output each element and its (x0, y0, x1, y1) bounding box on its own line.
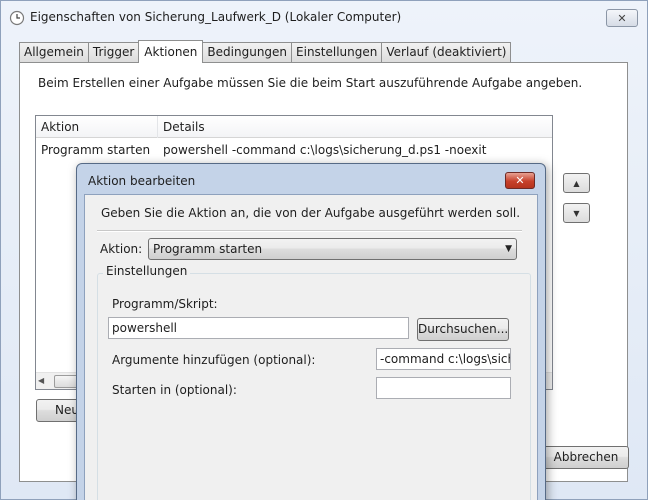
tab-verlauf[interactable]: Verlauf (deaktiviert) (381, 42, 512, 63)
tab-einstellungen[interactable]: Einstellungen (291, 42, 383, 63)
move-down-button[interactable]: ▼ (563, 203, 590, 223)
dialog-body: Geben Sie die Aktion an, die von der Auf… (84, 194, 538, 500)
start-in-input[interactable] (376, 377, 511, 399)
program-input[interactable]: powershell (108, 317, 409, 339)
close-button[interactable]: ✕ (606, 9, 638, 27)
row-action-cell: Programm starten (41, 143, 151, 157)
arrow-up-icon: ▲ (573, 178, 580, 188)
list-header: Aktion Details (36, 116, 552, 138)
tab-aktionen[interactable]: Aktionen (138, 40, 204, 63)
actions-intro-text: Beim Erstellen einer Aufgabe müssen Sie … (38, 76, 583, 90)
action-select[interactable]: Programm starten ▼ (148, 238, 517, 260)
tab-allgemein[interactable]: Allgemein (19, 42, 89, 63)
move-up-button[interactable]: ▲ (563, 173, 590, 193)
separator (97, 230, 522, 232)
dialog-title: Aktion bearbeiten (88, 174, 196, 188)
chevron-down-icon: ▼ (505, 244, 512, 254)
table-row[interactable]: Programm starten powershell -command c:\… (36, 139, 552, 161)
window-title: Eigenschaften von Sicherung_Laufwerk_D (… (30, 10, 402, 24)
dialog-close-button[interactable]: ✕ (505, 172, 535, 189)
program-label: Programm/Skript: (112, 297, 218, 311)
arrow-down-icon: ▼ (573, 208, 580, 218)
row-details-cell: powershell -command c:\logs\sicherung_d.… (163, 143, 487, 157)
edit-action-dialog: Aktion bearbeiten ✕ Geben Sie die Aktion… (76, 163, 546, 500)
tab-trigger[interactable]: Trigger (87, 42, 140, 63)
start-in-label: Starten in (optional): (112, 383, 237, 397)
close-icon: ✕ (617, 11, 627, 25)
scroll-left-icon[interactable]: ◀ (38, 376, 44, 385)
arguments-label: Argumente hinzufügen (optional): (112, 353, 316, 367)
action-select-value: Programm starten (153, 242, 263, 256)
dialog-intro-text: Geben Sie die Aktion an, die von der Auf… (101, 206, 521, 220)
title-bar[interactable]: Eigenschaften von Sicherung_Laufwerk_D (… (1, 1, 648, 35)
cancel-button[interactable]: Abbrechen (543, 446, 629, 469)
column-header-aktion[interactable]: Aktion (36, 116, 158, 138)
arguments-input[interactable]: -command c:\logs\sicherung_d.ps1 -noexit (376, 348, 511, 370)
close-icon: ✕ (515, 174, 525, 187)
clock-icon (9, 10, 25, 26)
tab-bedingungen[interactable]: Bedingungen (202, 42, 293, 63)
browse-button[interactable]: Durchsuchen... (417, 318, 509, 341)
action-label: Aktion: (100, 242, 143, 256)
column-header-details[interactable]: Details (158, 116, 552, 138)
settings-group-title: Einstellungen (103, 264, 191, 278)
tab-strip: Allgemein Trigger Aktionen Bedingungen E… (19, 40, 512, 63)
